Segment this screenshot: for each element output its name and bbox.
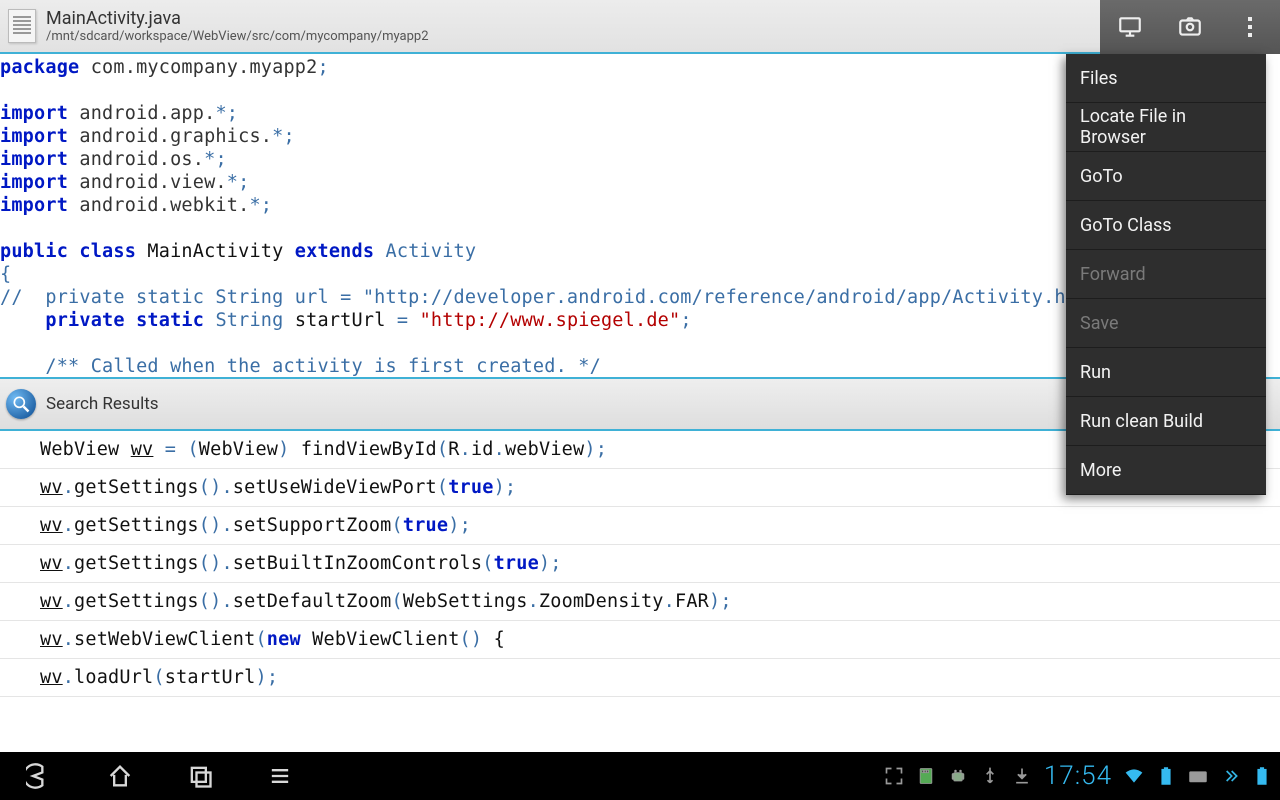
keyboard-icon: [1188, 766, 1208, 786]
fullscreen-icon: [884, 766, 904, 786]
result-item[interactable]: wv.getSettings().setBuiltInZoomControls(…: [0, 545, 1280, 583]
system-navbar: 17:54: [0, 752, 1280, 800]
recent-apps-button[interactable]: [160, 752, 240, 800]
menu-item-run-clean[interactable]: Run clean Build: [1066, 397, 1266, 446]
clock: 17:54: [1044, 761, 1112, 791]
monitor-icon[interactable]: [1100, 0, 1160, 54]
result-item[interactable]: wv.loadUrl(startUrl);: [0, 659, 1280, 697]
battery-icon: [1156, 766, 1176, 786]
search-icon: [6, 389, 36, 419]
file-icon: [8, 9, 36, 43]
menu-item-goto-class[interactable]: GoTo Class: [1066, 201, 1266, 250]
overflow-menu: Files Locate File in Browser GoTo GoTo C…: [1066, 54, 1266, 495]
battery2-icon: [1252, 766, 1272, 786]
result-item[interactable]: wv.getSettings().setDefaultZoom(WebSetti…: [0, 583, 1280, 621]
camera-search-icon[interactable]: [1160, 0, 1220, 54]
menu-item-run[interactable]: Run: [1066, 348, 1266, 397]
menu-item-goto[interactable]: GoTo: [1066, 152, 1266, 201]
android-icon: [948, 766, 968, 786]
menu-item-save: Save: [1066, 299, 1266, 348]
wifi-icon: [1124, 766, 1144, 786]
title-texts: MainActivity.java /mnt/sdcard/workspace/…: [46, 8, 429, 44]
overflow-menu-icon[interactable]: [1220, 0, 1280, 54]
home-button[interactable]: [80, 752, 160, 800]
download-icon: [1012, 766, 1032, 786]
menu-item-files[interactable]: Files: [1066, 54, 1266, 103]
back-button[interactable]: [0, 752, 80, 800]
search-results-label: Search Results: [46, 394, 159, 414]
sdcard-icon: [916, 766, 936, 786]
status-tray[interactable]: 17:54: [884, 761, 1280, 791]
expand-icon: [1220, 766, 1240, 786]
titlebar: MainActivity.java /mnt/sdcard/workspace/…: [0, 0, 1280, 54]
result-item[interactable]: wv.getSettings().setSupportZoom(true);: [0, 507, 1280, 545]
file-title: MainActivity.java: [46, 8, 429, 29]
toolbar-right: [1100, 0, 1280, 54]
menu-item-locate[interactable]: Locate File in Browser: [1066, 103, 1266, 152]
menu-button[interactable]: [240, 752, 320, 800]
menu-item-more[interactable]: More: [1066, 446, 1266, 495]
usb-icon: [980, 766, 1000, 786]
file-path: /mnt/sdcard/workspace/WebView/src/com/my…: [46, 29, 429, 44]
result-item[interactable]: wv.setWebViewClient(new WebViewClient() …: [0, 621, 1280, 659]
menu-item-forward: Forward: [1066, 250, 1266, 299]
